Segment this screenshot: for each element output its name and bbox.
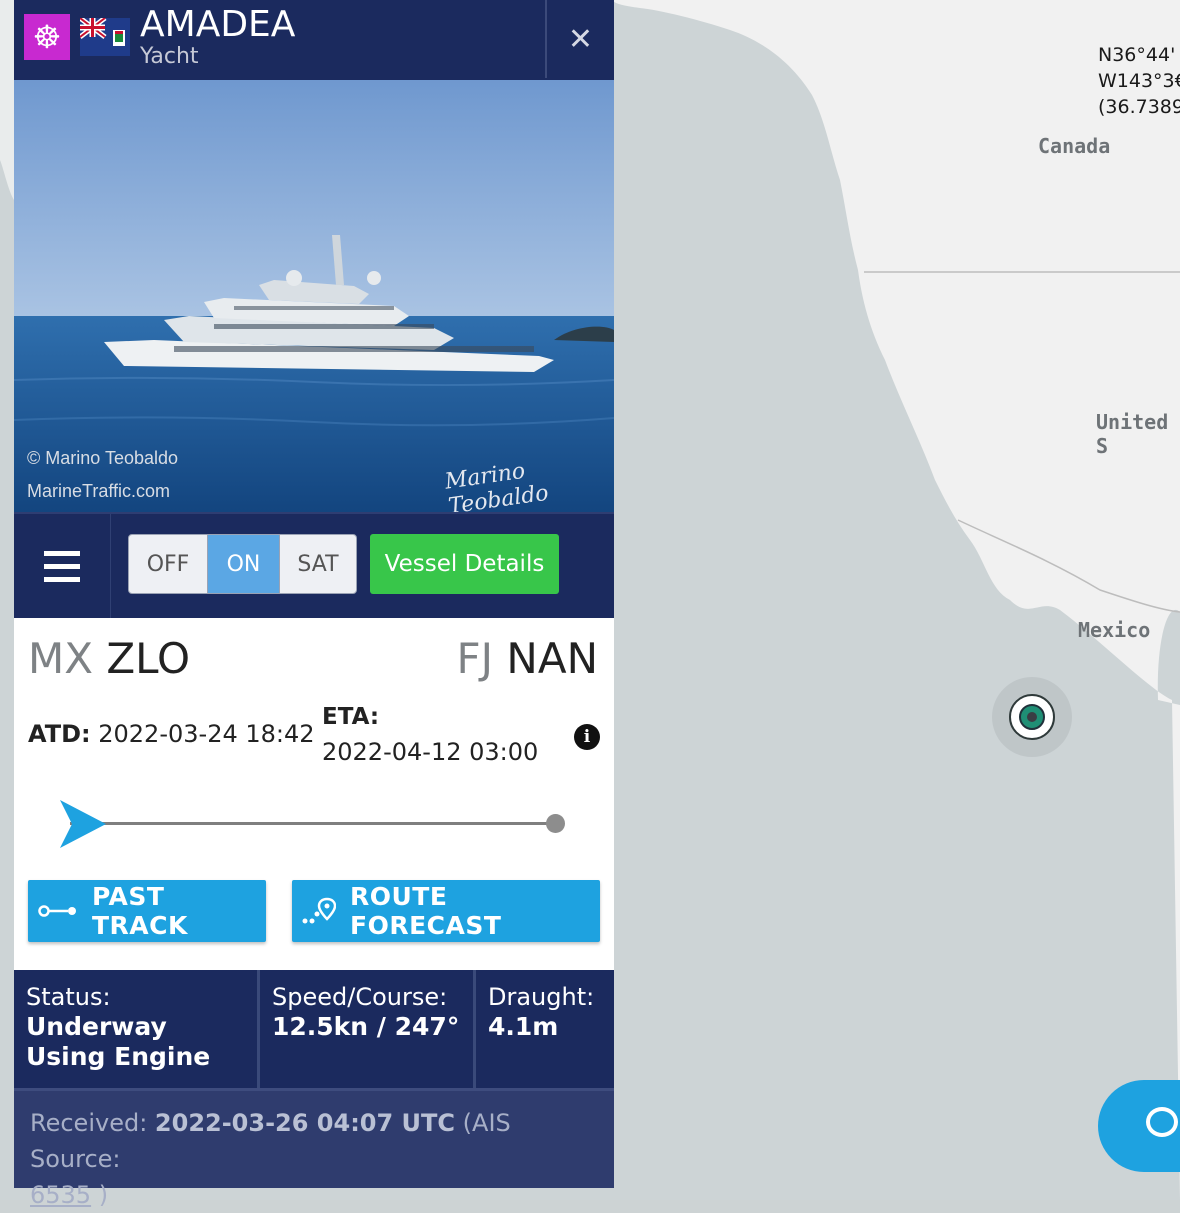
chat-button[interactable] <box>1098 1080 1180 1172</box>
vessel-position-marker[interactable] <box>992 677 1072 757</box>
ship-wheel-icon: ☸ <box>24 14 70 60</box>
voyage-progress-track <box>70 822 554 825</box>
info-icon[interactable]: i <box>574 724 600 750</box>
atd-value: 2022-03-24 18:42 <box>98 720 315 748</box>
photo-credit: © Marino Teobaldo <box>27 448 179 468</box>
coord-decimal: (36.7389 <box>1098 96 1180 118</box>
departure-port[interactable]: MX ZLO <box>28 634 190 684</box>
toggle-on[interactable]: ON <box>207 534 280 594</box>
speed-course-cell: Speed/Course: 12.5kn / 247° <box>260 970 476 1088</box>
map-label-united-states: United S <box>1096 410 1169 458</box>
voyage-destination-dot <box>546 814 565 833</box>
destination-port[interactable]: FJ NAN <box>457 634 598 684</box>
status-label: Status: <box>26 983 111 1011</box>
status-value-line1: Underway <box>26 1012 167 1041</box>
speed-course-label: Speed/Course: <box>272 983 448 1011</box>
route-pin-icon <box>302 897 336 925</box>
status-cell: Status: Underway Using Engine <box>14 970 260 1088</box>
route-forecast-button[interactable]: ROUTE FORECAST <box>292 880 600 942</box>
received-time: 2022-03-26 04:07 UTC <box>154 1109 456 1137</box>
coord-lon: W143°3€ <box>1098 70 1180 92</box>
vessel-details-button[interactable]: Vessel Details <box>370 534 559 594</box>
vessel-marker-icon <box>1019 704 1045 730</box>
vessel-photo[interactable]: © Marino Teobaldo MarineTraffic.com Mari… <box>14 80 614 512</box>
atd-label: ATD: <box>28 720 91 748</box>
coordinates-readout: N36°44' W143°3€ (36.7389 <box>1098 42 1180 120</box>
atd: ATD: 2022-03-24 18:42 <box>28 720 315 748</box>
close-button[interactable]: ✕ <box>545 0 614 78</box>
received-info: Received: 2022-03-26 04:07 UTC (AIS Sour… <box>14 1088 614 1209</box>
departure-country: MX <box>28 634 94 683</box>
vessel-name: AMADEA <box>140 4 296 45</box>
received-label: Received: <box>30 1109 148 1137</box>
panel-controls: OFF ON SAT Vessel Details <box>14 512 614 618</box>
voyage-section: MX ZLO FJ NAN ATD: 2022-03-24 18:42 ETA:… <box>14 618 614 970</box>
chat-bubble-icon <box>1146 1107 1178 1137</box>
vessel-stats: Status: Underway Using Engine Speed/Cour… <box>14 970 614 1088</box>
speed-course-value: 12.5kn / 247° <box>272 1012 460 1041</box>
eta-value: 2022-04-12 03:00 <box>322 738 539 766</box>
vessel-progress-arrow-icon <box>58 798 108 854</box>
vessel-type: Yacht <box>140 44 199 69</box>
coord-lat: N36°44' <box>1098 44 1176 66</box>
route-forecast-label: ROUTE FORECAST <box>350 882 502 940</box>
departure-code: ZLO <box>106 634 191 683</box>
ais-source-link[interactable]: 6535 <box>30 1181 91 1209</box>
past-track-button[interactable]: PAST TRACK <box>28 880 266 942</box>
destination-code: NAN <box>506 634 598 683</box>
hamburger-menu-icon[interactable] <box>14 514 111 618</box>
close-icon: ✕ <box>567 21 594 57</box>
cayman-islands-flag-icon <box>80 18 130 56</box>
ais-source-suffix: ) <box>98 1181 109 1209</box>
destination-country: FJ <box>456 634 494 683</box>
panel-header: ☸ AMADEA Yacht ✕ <box>14 0 614 80</box>
past-track-label: PAST TRACK <box>92 882 188 940</box>
status-value-line2: Using Engine <box>26 1042 211 1071</box>
map-label-canada: Canada <box>1038 134 1111 158</box>
track-icon <box>38 904 78 918</box>
toggle-sat[interactable]: SAT <box>279 534 357 594</box>
draught-value: 4.1m <box>488 1012 559 1041</box>
vessel-info-panel: ☸ AMADEA Yacht ✕ © Marino Teobaldo Marin… <box>14 0 614 1209</box>
vessel-marker-ring <box>1009 694 1055 740</box>
draught-cell: Draught: 4.1m <box>476 970 614 1088</box>
map-label-mexico: Mexico <box>1078 618 1151 642</box>
eta-label: ETA: <box>322 704 380 730</box>
photo-source: MarineTraffic.com <box>27 481 171 501</box>
draught-label: Draught: <box>488 983 595 1011</box>
toggle-off[interactable]: OFF <box>128 534 208 594</box>
